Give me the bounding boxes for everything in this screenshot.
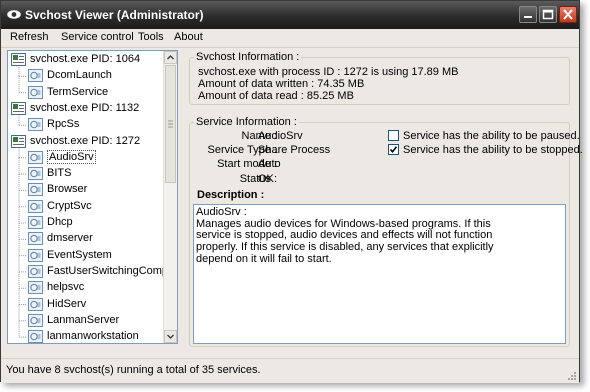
status-text: You have 8 svchost(s) running a total of… (6, 364, 261, 376)
svchost-written-line: Amount of data written : 74.35 MB (198, 78, 365, 90)
stoppable-label: Service has the ability to be stopped. (403, 144, 583, 156)
tree-node-label: EventSystem (47, 248, 112, 261)
arrow-up-icon (167, 55, 174, 60)
tree-node-label: BITS (47, 167, 72, 180)
tree-node-label: lanmanworkstation (47, 330, 139, 343)
window-title: Svchost Viewer (Administrator) (25, 8, 204, 22)
service-icon (28, 232, 43, 246)
process-icon (11, 53, 26, 66)
title-bar[interactable]: Svchost Viewer (Administrator) (1, 1, 579, 29)
tree-node-label: svchost.exe PID: 1064 (30, 53, 141, 65)
tree-node-label: DcomLaunch (47, 69, 112, 82)
description-body: Manages audio devices for Windows-based … (196, 217, 494, 265)
process-icon (11, 134, 26, 148)
grip-lines-icon (168, 120, 173, 128)
description-service-name: AudioSrv : (196, 206, 247, 218)
close-button[interactable] (559, 6, 577, 23)
tree-node-label: Browser (47, 183, 88, 196)
tree-node-label: LanmanServer (47, 313, 120, 326)
start-mode-value: Auto (258, 158, 281, 170)
service-icon (28, 183, 43, 197)
maximize-button[interactable] (539, 6, 557, 23)
service-info-title: Service Information : (194, 116, 299, 128)
pausable-checkbox[interactable] (388, 130, 399, 141)
svchost-info-group: Svchost Information : svchost.exe with p… (189, 51, 570, 105)
scroll-down-button[interactable] (164, 330, 177, 343)
status-value: OK (258, 173, 274, 185)
service-icon (28, 167, 43, 181)
menu-service-control[interactable]: Service control (61, 31, 134, 43)
menu-tools[interactable]: Tools (138, 31, 164, 43)
tree-node-label: AudioSrv (47, 149, 96, 164)
tree-node-label: helpsvc (47, 281, 85, 294)
service-icon (28, 313, 43, 327)
svchost-read-line: Amount of data read : 85.25 MB (198, 90, 354, 102)
tree-node-label: svchost.exe PID: 1272 (30, 134, 141, 147)
tree-node-label: FastUserSwitchingCompatibilit (47, 264, 177, 277)
maximize-icon (542, 9, 554, 20)
tree-node-label: RpcSs (47, 118, 80, 131)
tree-node-label: dmserver (47, 232, 93, 245)
description-text: AudioSrv : Manages audio devices for Win… (196, 206, 526, 266)
service-icon (28, 150, 43, 164)
arrow-down-icon (167, 334, 174, 339)
minimize-button[interactable] (519, 6, 537, 23)
tree-node-label: HidServ (47, 297, 87, 310)
minimize-icon (524, 16, 532, 18)
scroll-thumb[interactable] (165, 65, 176, 183)
service-type-value: Share Process (258, 144, 331, 156)
close-icon (563, 9, 573, 20)
name-value: AudioSrv (258, 130, 303, 142)
process-icon (11, 101, 26, 115)
tree-scrollbar[interactable] (163, 51, 177, 343)
description-heading: Description : (197, 189, 265, 201)
svchost-tree[interactable]: svchost.exe PID: 1064 DcomLaunch TermServi… (7, 50, 178, 344)
resize-grip-icon[interactable] (566, 370, 577, 381)
menu-refresh[interactable]: Refresh (10, 31, 49, 43)
service-icon (28, 264, 43, 278)
scroll-up-button[interactable] (164, 51, 177, 64)
service-icon (28, 248, 43, 262)
service-icon (28, 85, 43, 99)
service-icon (28, 216, 43, 229)
stoppable-checkbox[interactable] (388, 144, 399, 155)
menu-about[interactable]: About (174, 31, 203, 43)
svchost-memory-line: svchost.exe with process ID : 1272 is us… (198, 66, 459, 78)
service-icon (28, 330, 43, 343)
tree-node-label: CryptSvc (47, 199, 92, 212)
tree-node-label: Dhcp (47, 216, 73, 228)
menu-bar: Refresh Service control Tools About (1, 29, 579, 48)
app-window: Svchost Viewer (Administrator) Refresh S… (0, 0, 583, 383)
service-icon (28, 69, 43, 83)
status-bar: You have 8 svchost(s) running a total of… (1, 358, 579, 383)
tree-node-label: TermService (47, 85, 109, 98)
pausable-label: Service has the ability to be paused. (403, 130, 580, 142)
service-icon (28, 297, 43, 311)
service-icon (28, 281, 43, 295)
service-icon (28, 199, 43, 213)
svchost-info-title: Svchost Information : (194, 51, 302, 63)
eye-icon (7, 10, 21, 19)
tree-node-label: svchost.exe PID: 1132 (30, 101, 140, 114)
checkmark-icon (389, 146, 398, 154)
service-icon (28, 118, 43, 132)
description-box[interactable]: AudioSrv : Manages audio devices for Win… (193, 204, 566, 344)
